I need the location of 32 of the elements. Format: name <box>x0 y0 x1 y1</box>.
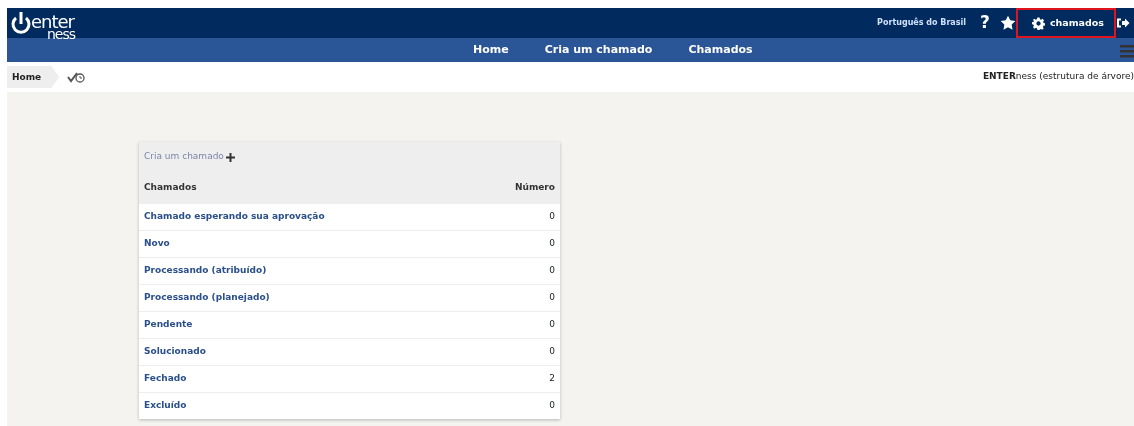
breadcrumb-link[interactable]: Home <box>7 66 60 88</box>
count-cell: 0 <box>549 399 555 413</box>
tree-title: ENTERness (estrutura de árvore) <box>982 70 1134 84</box>
count-cell: 0 <box>549 264 555 278</box>
nav-link[interactable]: Chamados <box>670 41 771 59</box>
status-link[interactable]: Fechado <box>144 372 187 386</box>
plus-icon <box>225 152 235 162</box>
status-link[interactable]: Excluído <box>144 399 187 413</box>
column-header: Número <box>514 180 555 194</box>
count-cell: 2 <box>549 372 555 386</box>
status-link[interactable]: Chamado esperando sua aprovação <box>144 210 325 224</box>
star-icon[interactable] <box>999 15 1016 31</box>
count-cell: 0 <box>549 318 555 332</box>
settings-icon <box>1031 16 1045 30</box>
count-cell: 0 <box>549 237 555 251</box>
logout-icon[interactable] <box>1116 17 1130 29</box>
status-link[interactable]: Processando (planejado) <box>144 291 270 305</box>
status-link[interactable]: Novo <box>144 237 170 251</box>
column-header: Chamados <box>144 180 197 194</box>
logo[interactable]: enter ness <box>11 12 76 41</box>
count-cell: 0 <box>549 210 555 224</box>
status-link[interactable]: Solucionado <box>144 345 206 359</box>
check-clock-icon[interactable] <box>67 71 86 83</box>
nav-link[interactable]: Cria um chamado <box>526 41 671 59</box>
nav-link[interactable]: Home <box>455 41 527 59</box>
language-link[interactable]: Português do Brasil <box>877 17 966 29</box>
help-link[interactable]: ? <box>980 10 990 36</box>
status-link[interactable]: Processando (atribuído) <box>144 264 267 278</box>
user-menu[interactable]: chamados <box>1015 8 1116 38</box>
status-link[interactable]: Pendente <box>144 318 193 332</box>
count-cell: 0 <box>549 345 555 359</box>
count-cell: 0 <box>549 291 555 305</box>
